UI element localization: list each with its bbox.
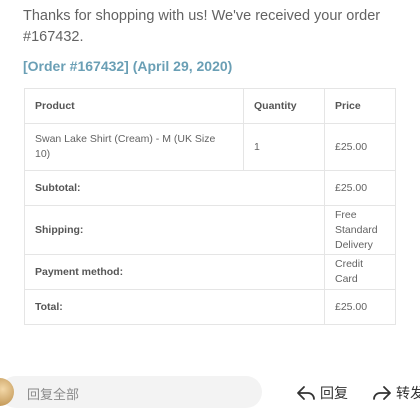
reply-button[interactable]: 回复 [296,383,348,403]
reply-all-button[interactable]: 回复全部 [0,376,262,408]
total-row: Total: £25.00 [24,289,396,325]
table-header-row: Product Quantity Price [24,88,396,124]
header-product: Product [24,88,244,124]
subtotal-value: £25.00 [324,170,396,206]
header-quantity: Quantity [243,88,325,124]
reply-all-label: 回复全部 [27,387,80,402]
shipping-row: Shipping: Free Standard Delivery [24,205,396,255]
total-label: Total: [24,289,325,325]
item-product: Swan Lake Shirt (Cream) - M (UK Size 10) [24,123,244,171]
order-table: Product Quantity Price Swan Lake Shirt (… [24,88,396,325]
payment-row: Payment method: Credit Card [24,254,396,290]
table-row: Swan Lake Shirt (Cream) - M (UK Size 10)… [24,123,396,171]
item-quantity: 1 [243,123,325,171]
avatar [0,378,14,406]
intro-text: Thanks for shopping with us! We've recei… [23,8,381,45]
shipping-value: Free Standard Delivery [324,205,396,255]
payment-value: Credit Card [324,254,396,290]
item-price: £25.00 [324,123,396,171]
subtotal-row: Subtotal: £25.00 [24,170,396,206]
reply-arrow-icon [297,386,315,400]
payment-label: Payment method: [24,254,325,290]
order-heading-link[interactable]: [Order #167432] (April 29, 2020) [23,58,232,74]
forward-label: 转发 [396,385,420,401]
header-price: Price [324,88,396,124]
shipping-label: Shipping: [24,205,325,255]
total-value: £25.00 [324,289,396,325]
forward-button[interactable]: 转发 [372,383,420,403]
forward-arrow-icon [373,386,391,400]
reply-label: 回复 [320,385,348,401]
subtotal-label: Subtotal: [24,170,325,206]
